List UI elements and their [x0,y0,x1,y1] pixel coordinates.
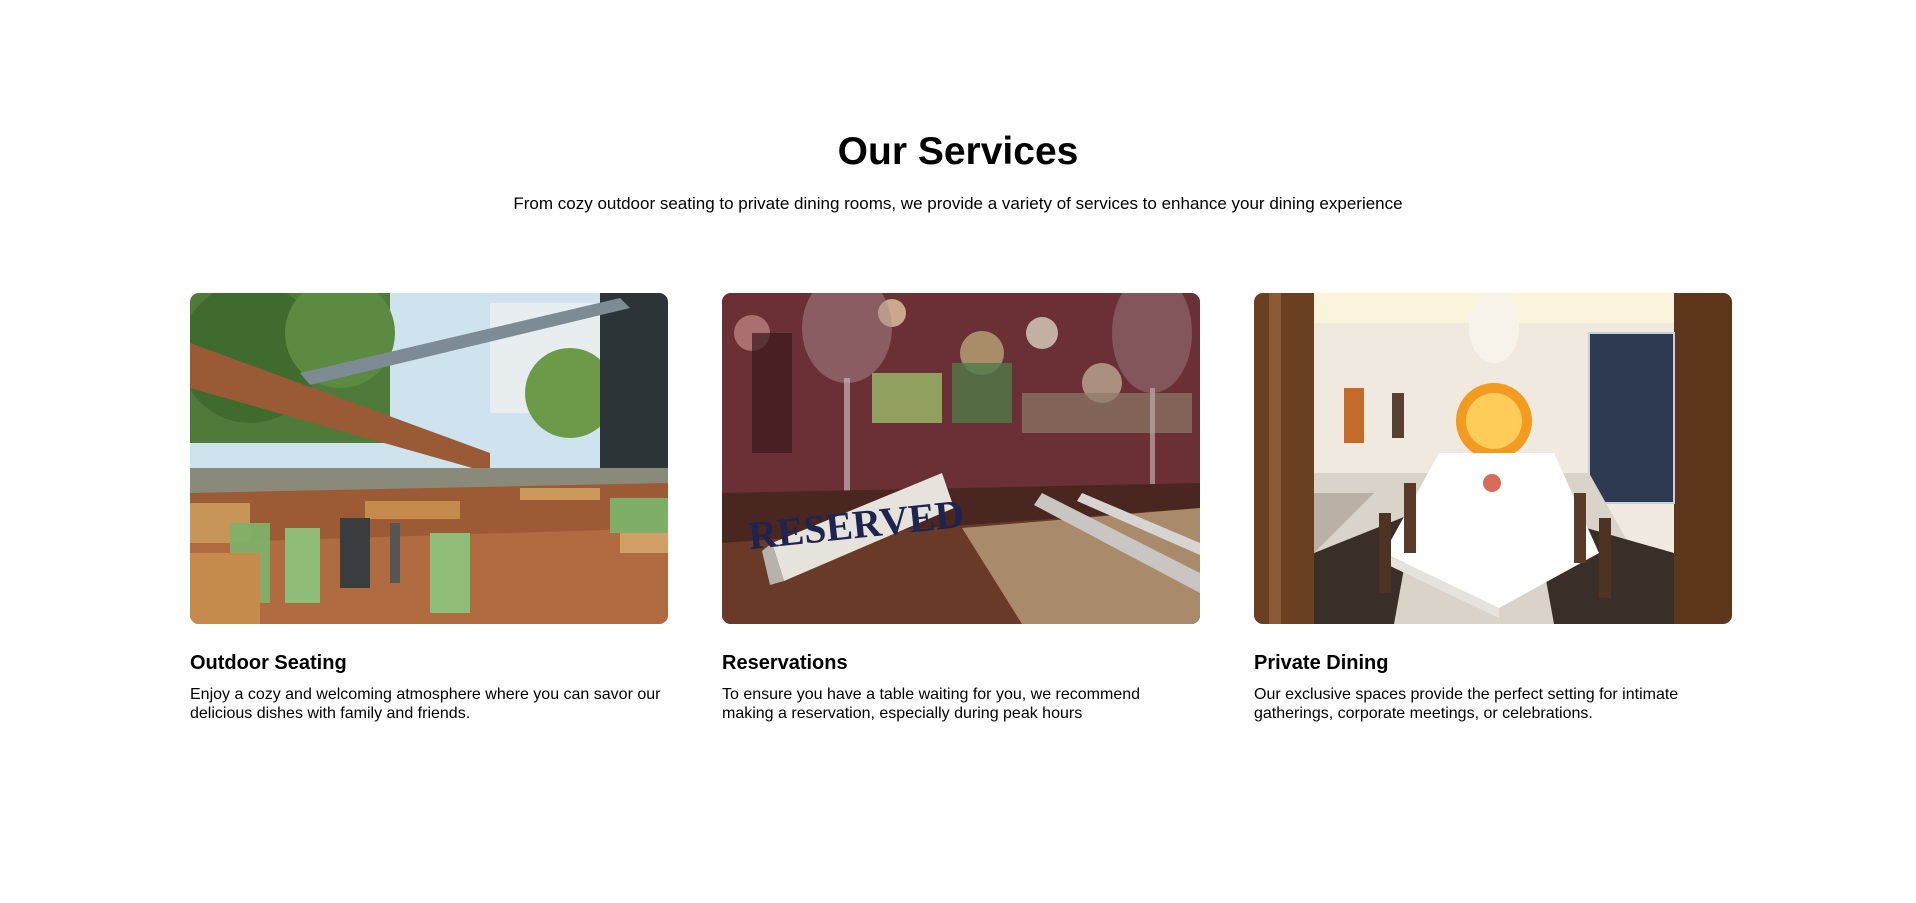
card-description: Our exclusive spaces provide the perfect… [1254,686,1679,722]
service-card-reservations: RESERVED Reservations To ensure you have… [722,293,1200,723]
section-title: Our Services [837,130,1079,173]
service-card-outdoor-seating: Outdoor Seating Enjoy a cozy and welcomi… [190,293,668,723]
section-subtitle: From cozy outdoor seating to private din… [513,194,1403,213]
reserved-sign-photo: RESERVED [722,293,1200,624]
card-description: Enjoy a cozy and welcoming atmosphere wh… [190,686,661,722]
card-title: Reservations [722,652,848,674]
card-title: Private Dining [1254,652,1389,674]
card-description: To ensure you have a table waiting for y… [722,686,1141,722]
card-title: Outdoor Seating [190,652,347,674]
outdoor-terrace-photo [190,293,668,624]
service-card-private-dining: Private Dining Our exclusive spaces prov… [1254,293,1732,723]
private-dining-room-photo [1254,293,1732,624]
services-section: Our Services From cozy outdoor seating t… [0,0,1916,903]
